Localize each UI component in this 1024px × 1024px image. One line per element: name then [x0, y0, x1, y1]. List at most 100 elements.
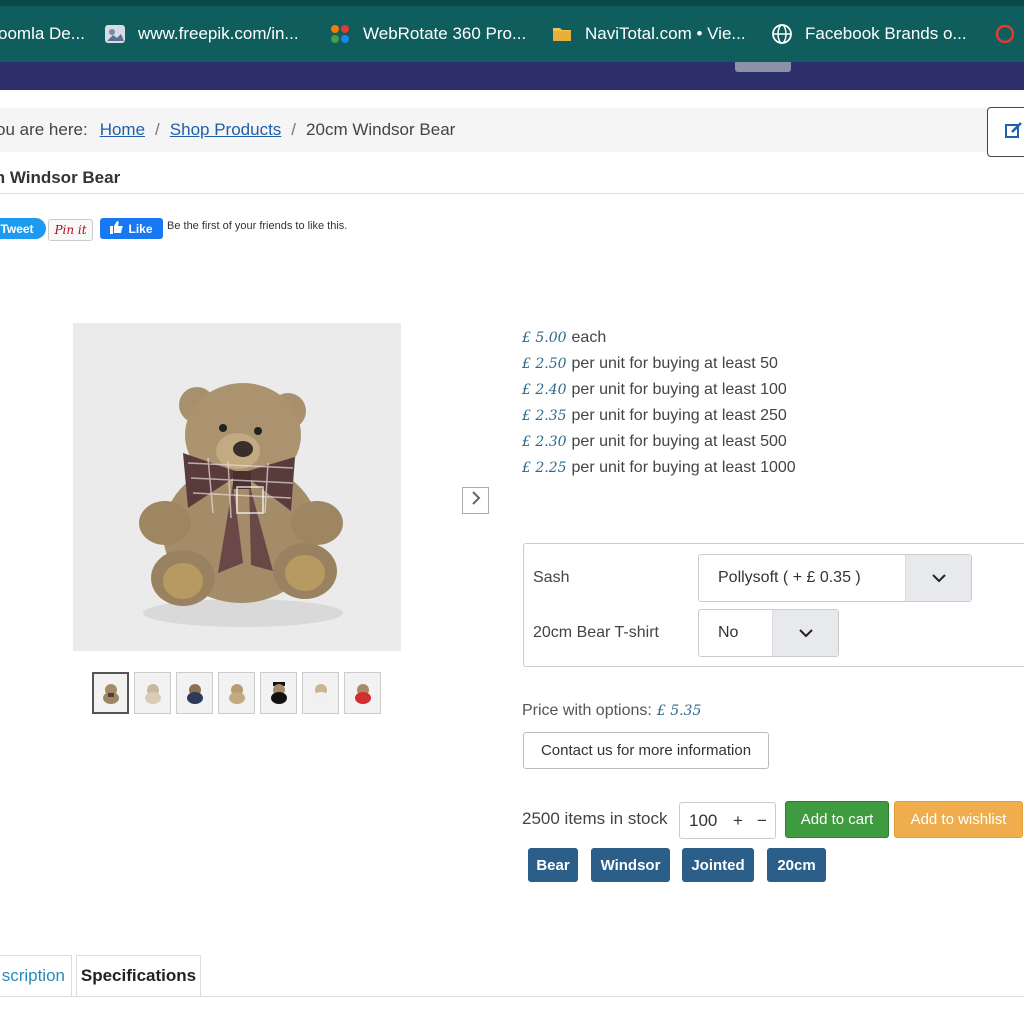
site-nav-bar	[0, 62, 1024, 90]
add-to-cart-label: Add to cart	[800, 811, 874, 828]
add-to-cart-button[interactable]: Add to cart	[785, 801, 889, 838]
globe-icon	[771, 23, 793, 45]
chevron-right-icon	[471, 491, 481, 510]
price-tier: £ 5.00 each	[522, 325, 796, 351]
browser-tab-strip	[0, 0, 1024, 6]
breadcrumb-home-link[interactable]: Home	[100, 120, 145, 140]
breadcrumb-separator: /	[155, 120, 160, 139]
breadcrumb: ou are here: Home / Shop Products / 20cm…	[0, 108, 990, 152]
bookmark-navitotal[interactable]: NaviTotal.com • Vie...	[551, 20, 746, 48]
tag-label: 20cm	[777, 856, 816, 874]
add-to-wishlist-label: Add to wishlist	[910, 811, 1007, 828]
thumbnail[interactable]	[302, 672, 339, 714]
facebook-like-text: Be the first of your friends to like thi…	[167, 220, 348, 232]
bookmarks-bar: oomla De... www.freepik.com/in... WebRot…	[0, 0, 1024, 62]
bookmark-label: WebRotate 360 Pro...	[363, 24, 527, 43]
tshirt-select[interactable]: No	[698, 609, 839, 657]
teddy-bear-image	[73, 323, 401, 651]
price-tier: £ 2.25 per unit for buying at least 1000	[522, 455, 796, 481]
breadcrumb-separator: /	[291, 120, 297, 139]
price-text: per unit for buying at least 1000	[571, 459, 796, 476]
bookmark-freepik[interactable]: www.freepik.com/in...	[104, 20, 299, 48]
quantity-plus-button[interactable]: +	[726, 811, 750, 831]
folder-icon	[551, 23, 573, 45]
tag-label: Bear	[536, 856, 570, 874]
option-label-tshirt: 20cm Bear T-shirt	[533, 624, 659, 641]
thumbnail[interactable]	[176, 672, 213, 714]
bookmark-label: Facebook Brands o...	[805, 24, 967, 43]
select-value: Pollysoft ( + £ 0.35 )	[718, 569, 861, 586]
bookmark-app-icon	[994, 23, 1016, 45]
price-value: £ 2.30	[522, 434, 567, 450]
stock-status: 2500 items in stock	[522, 809, 668, 828]
tag-bear[interactable]: Bear	[528, 848, 578, 882]
breadcrumb-prefix: ou are here:	[0, 120, 88, 139]
title-divider	[0, 193, 1024, 194]
add-to-wishlist-button[interactable]: Add to wishlist	[894, 801, 1023, 838]
price-value: £ 2.50	[522, 356, 567, 372]
bookmark-label: NaviTotal.com • Vie...	[585, 24, 746, 43]
price-tier: £ 2.50 per unit for buying at least 50	[522, 351, 796, 377]
tier-price-list: £ 5.00 each £ 2.50 per unit for buying a…	[522, 325, 796, 481]
tag-jointed[interactable]: Jointed	[682, 848, 754, 882]
price-value: £ 2.35	[522, 408, 567, 424]
bookmark-label: oomla De...	[0, 24, 85, 43]
price-tier: £ 2.35 per unit for buying at least 250	[522, 403, 796, 429]
quantity-stepper[interactable]: 100 + −	[679, 802, 776, 839]
tab-description[interactable]: scription	[0, 955, 72, 996]
price-text: per unit for buying at least 500	[571, 433, 787, 450]
tweet-button[interactable]: Tweet	[0, 218, 46, 239]
breadcrumb-current: 20cm Windsor Bear	[306, 120, 456, 139]
price-with-options-value: £ 5.35	[656, 703, 702, 719]
tag-20cm[interactable]: 20cm	[767, 848, 826, 882]
price-value: £ 2.40	[522, 382, 567, 398]
select-value: No	[718, 624, 739, 641]
thumbs-up-icon	[110, 220, 124, 237]
quantity-minus-button[interactable]: −	[750, 811, 774, 831]
tag-label: Windsor	[600, 856, 661, 874]
price-value: £ 2.25	[522, 460, 567, 476]
like-label: Like	[128, 221, 153, 236]
edit-button[interactable]	[987, 107, 1024, 157]
product-main-image[interactable]	[73, 323, 401, 651]
tweet-label: Tweet	[0, 221, 34, 236]
pinterest-button[interactable]: Pin it	[48, 219, 93, 241]
product-options: Sash Pollysoft ( + £ 0.35 ) 20cm Bear T-…	[523, 543, 1024, 667]
tag-label: Jointed	[691, 856, 745, 874]
edit-icon	[1004, 120, 1024, 145]
thumbnail[interactable]	[134, 672, 171, 714]
nav-toggle-button[interactable]	[735, 62, 791, 72]
bookmark-overflow[interactable]	[994, 20, 1024, 48]
facebook-like-button[interactable]: Like	[100, 218, 163, 239]
chevron-down-icon	[905, 555, 971, 601]
bookmark-facebook-brands[interactable]: Facebook Brands o...	[771, 20, 967, 48]
tab-specifications[interactable]: Specifications	[76, 955, 201, 996]
price-tier: £ 2.40 per unit for buying at least 100	[522, 377, 796, 403]
price-value: £ 5.00	[522, 330, 567, 346]
breadcrumb-shop-products-link[interactable]: Shop Products	[170, 120, 282, 140]
contact-button[interactable]: Contact us for more information	[523, 732, 769, 769]
tag-windsor[interactable]: Windsor	[591, 848, 670, 882]
bookmark-webrotate[interactable]: WebRotate 360 Pro...	[329, 20, 526, 48]
thumbnail[interactable]	[344, 672, 381, 714]
quantity-input[interactable]: 100	[680, 811, 726, 831]
option-label-sash: Sash	[533, 569, 570, 586]
image-next-button[interactable]	[462, 487, 489, 514]
page-title: m Windsor Bear	[0, 168, 121, 187]
price-text: each	[571, 329, 607, 346]
chevron-down-icon	[772, 610, 838, 656]
thumbnail[interactable]	[260, 672, 297, 714]
bookmark-label: www.freepik.com/in...	[138, 24, 299, 43]
thumbnail[interactable]	[218, 672, 255, 714]
bookmark-joomla[interactable]: oomla De...	[0, 20, 85, 48]
pin-label: Pin it	[54, 223, 87, 237]
thumbnail[interactable]	[92, 672, 129, 714]
tab-label: Specifications	[80, 966, 197, 985]
tabs-divider	[0, 996, 1024, 997]
price-text: per unit for buying at least 100	[571, 381, 787, 398]
price-tier: £ 2.30 per unit for buying at least 500	[522, 429, 796, 455]
freepik-icon	[104, 23, 126, 45]
price-text: per unit for buying at least 50	[571, 355, 778, 372]
sash-select[interactable]: Pollysoft ( + £ 0.35 )	[698, 554, 972, 602]
contact-button-label: Contact us for more information	[540, 742, 752, 759]
